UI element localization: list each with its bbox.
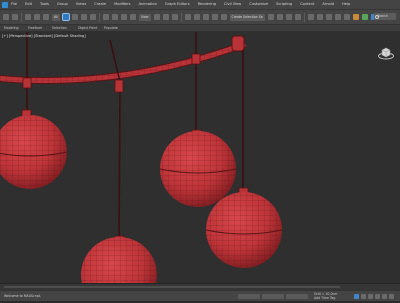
- toggle-scene-explorer-icon[interactable]: [285, 14, 292, 20]
- selection-filter-dropdown[interactable]: All: [52, 13, 60, 21]
- rendered-frame-window-icon[interactable]: [343, 14, 350, 20]
- toolbar-divider: [98, 12, 100, 22]
- link-icon[interactable]: [25, 14, 31, 20]
- add-time-tag-text[interactable]: Add Time Tag: [314, 293, 335, 303]
- auto-key-button[interactable]: [354, 293, 359, 299]
- viewport-label[interactable]: [+] [Perspective] [Standard] [Default Sh…: [2, 34, 86, 38]
- viewcube-icon[interactable]: [378, 46, 394, 60]
- main-toolbar: All View Create Selection Se: [0, 10, 400, 25]
- ribbon-bar: Modeling Freeform Selection Object Paint…: [0, 25, 400, 32]
- material-editor-icon[interactable]: [325, 14, 332, 20]
- menu-item-rendering[interactable]: Rendering: [198, 0, 216, 9]
- rail-connector: [22, 77, 32, 89]
- render-production-icon[interactable]: [352, 14, 359, 20]
- time-slider[interactable]: [0, 283, 400, 290]
- move-icon[interactable]: [102, 14, 109, 20]
- ribbon-tab-object-paint[interactable]: Object Paint: [78, 25, 97, 31]
- menu-item-civil-view[interactable]: Civil View: [224, 0, 241, 9]
- toolbar-divider: [180, 12, 182, 22]
- status-bar: Welcome to MAXScript. Grid = 10,0cm Add …: [0, 290, 400, 301]
- select-manipulate-icon[interactable]: [162, 14, 169, 20]
- snaps-toggle-icon[interactable]: [184, 14, 191, 20]
- undo-icon[interactable]: [3, 14, 9, 20]
- angle-snap-icon[interactable]: [193, 14, 200, 20]
- ornament-sphere[interactable]: [81, 237, 157, 283]
- next-frame-icon[interactable]: [368, 293, 373, 299]
- spinner-snap-icon[interactable]: [211, 14, 218, 20]
- named-selection-set-dropdown[interactable]: Create Selection Se: [229, 13, 265, 21]
- select-object-icon[interactable]: [61, 13, 70, 21]
- menu-item-help[interactable]: Help: [342, 0, 350, 9]
- search-icon: [374, 14, 379, 19]
- ornament-sphere[interactable]: [205, 192, 283, 268]
- menu-item-graph-editors[interactable]: Graph Editors: [165, 0, 190, 9]
- window-crossing-icon[interactable]: [89, 14, 96, 20]
- toggle-layer-explorer-icon[interactable]: [294, 14, 301, 20]
- menu-item-content[interactable]: Content: [300, 0, 314, 9]
- menu-item-scripting[interactable]: Scripting: [276, 0, 292, 9]
- scale-icon[interactable]: [120, 14, 127, 20]
- rail-connector: [114, 79, 124, 93]
- toolbar-divider: [21, 12, 22, 22]
- align-icon[interactable]: [276, 14, 283, 20]
- toolbar-divider: [303, 12, 305, 22]
- play-icon[interactable]: [361, 293, 366, 299]
- redo-icon[interactable]: [12, 14, 18, 20]
- zoom-extents-icon[interactable]: [375, 293, 380, 299]
- menu-bar: File Edit Tools Group Views Create Modif…: [0, 0, 400, 10]
- menu-item-customize[interactable]: Customize: [249, 0, 268, 9]
- menu-item-group[interactable]: Group: [57, 0, 68, 9]
- ornament-sphere[interactable]: [0, 115, 68, 189]
- curve-editor-icon[interactable]: [307, 14, 314, 20]
- curved-rail: [0, 40, 247, 84]
- maximize-viewport-icon[interactable]: [389, 293, 394, 299]
- menu-item-file[interactable]: File: [11, 0, 17, 9]
- reference-coordinate-dropdown[interactable]: View: [138, 13, 151, 21]
- pivot-center-icon[interactable]: [153, 14, 160, 20]
- menu-item-create[interactable]: Create: [94, 0, 106, 9]
- ornament-sphere[interactable]: [159, 131, 237, 207]
- schematic-view-icon[interactable]: [316, 14, 323, 20]
- menu-item-arnold[interactable]: Arnold: [322, 0, 334, 9]
- menu-item-views[interactable]: Views: [76, 0, 86, 9]
- time-slider-track[interactable]: [4, 286, 340, 288]
- rail-connector: [191, 53, 201, 65]
- app-logo-icon[interactable]: [2, 1, 8, 8]
- search-input[interactable]: Search: [374, 13, 396, 20]
- ribbon-tab-populate[interactable]: Populate: [104, 25, 118, 31]
- render-setup-icon[interactable]: [334, 14, 341, 20]
- menu-item-edit[interactable]: Edit: [25, 0, 32, 9]
- rectangular-selection-icon[interactable]: [80, 14, 87, 20]
- select-by-name-icon[interactable]: [71, 14, 78, 20]
- ribbon-tab-freeform[interactable]: Freeform: [28, 25, 42, 31]
- ribbon-tab-selection[interactable]: Selection: [52, 25, 67, 31]
- percent-snap-icon[interactable]: [202, 14, 209, 20]
- menu-item-tools[interactable]: Tools: [40, 0, 49, 9]
- x-coordinate-field[interactable]: [238, 293, 260, 299]
- menu-item-modifiers[interactable]: Modifiers: [114, 0, 130, 9]
- ribbon-tab-modeling[interactable]: Modeling: [4, 25, 19, 31]
- perspective-viewport[interactable]: [0, 32, 400, 283]
- menu-item-animation[interactable]: Animation: [139, 0, 157, 9]
- rotate-icon[interactable]: [111, 14, 118, 20]
- placement-icon[interactable]: [129, 14, 136, 20]
- orbit-icon[interactable]: [382, 293, 387, 299]
- edit-named-selection-icon[interactable]: [220, 14, 227, 20]
- bind-space-warp-icon[interactable]: [43, 14, 49, 20]
- unlink-icon[interactable]: [34, 14, 40, 20]
- z-coordinate-field[interactable]: [286, 293, 308, 299]
- keyboard-shortcut-override-icon[interactable]: [171, 14, 178, 20]
- y-coordinate-field[interactable]: [262, 293, 284, 299]
- mirror-icon[interactable]: [267, 14, 274, 20]
- rail-end-cap: [231, 35, 245, 52]
- arnold-icon[interactable]: [361, 14, 368, 20]
- search-placeholder: Search: [377, 14, 388, 18]
